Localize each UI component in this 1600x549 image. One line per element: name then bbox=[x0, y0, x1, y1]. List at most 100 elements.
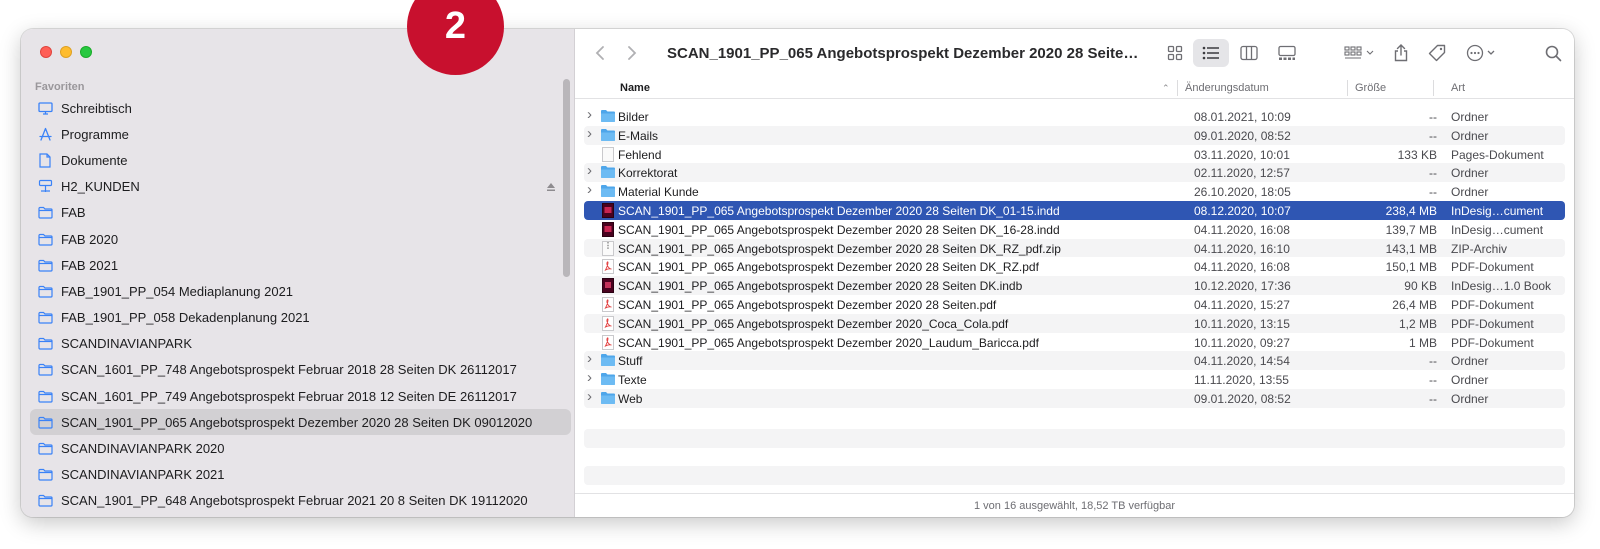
file-row[interactable]: SCAN_1901_PP_065 Angebotsprospekt Dezemb… bbox=[584, 276, 1565, 295]
disclosure-triangle-icon[interactable]: › bbox=[587, 350, 597, 367]
file-size: 139,7 MB bbox=[1385, 222, 1437, 237]
file-row[interactable]: SCAN_1901_PP_065 Angebotsprospekt Dezemb… bbox=[584, 295, 1565, 314]
column-date-header[interactable]: Änderungsdatum bbox=[1185, 82, 1269, 94]
file-row[interactable]: › Texte 11.11.2020, 13:55 -- Ordner bbox=[584, 369, 1565, 389]
sidebar-item[interactable]: Dokumente bbox=[30, 147, 571, 173]
desktop-icon bbox=[37, 100, 53, 116]
gallery-view-button[interactable] bbox=[1269, 39, 1305, 67]
sidebar-item[interactable]: H2_KUNDEN bbox=[30, 174, 571, 200]
toolbar: SCAN_1901_PP_065 Angebotsprospekt Dezemb… bbox=[575, 29, 1574, 77]
file-date: 04.11.2020, 16:08 bbox=[1194, 222, 1290, 237]
file-kind: Ordner bbox=[1451, 128, 1489, 143]
file-kind: ZIP-Archiv bbox=[1451, 241, 1508, 256]
minimize-window-button[interactable] bbox=[60, 46, 72, 58]
sidebar-item-label: Schreibtisch bbox=[61, 100, 132, 116]
disclosure-triangle-icon[interactable]: › bbox=[587, 181, 597, 198]
sidebar-item[interactable]: Schreibtisch bbox=[30, 95, 571, 121]
group-by-button[interactable] bbox=[1339, 39, 1379, 67]
search-button[interactable] bbox=[1537, 39, 1569, 67]
file-row[interactable]: SCAN_1901_PP_065 Angebotsprospekt Dezemb… bbox=[584, 220, 1565, 239]
sidebar-item-label: H2_KUNDEN bbox=[61, 179, 140, 195]
file-size: 143,1 MB bbox=[1385, 241, 1437, 256]
file-row[interactable]: › Bilder 08.01.2021, 10:09 -- Ordner bbox=[584, 106, 1565, 126]
file-row[interactable]: SCAN_1901_PP_065 Angebotsprospekt Dezemb… bbox=[584, 257, 1565, 276]
eject-icon[interactable] bbox=[546, 182, 558, 192]
file-name: SCAN_1901_PP_065 Angebotsprospekt Dezemb… bbox=[618, 260, 1039, 275]
file-date: 09.01.2020, 08:52 bbox=[1194, 391, 1291, 406]
pdf-file-icon bbox=[600, 334, 616, 350]
sidebar-item[interactable]: SCAN_1901_PP_648 Angebotsprospekt Februa… bbox=[30, 488, 571, 514]
sidebar-item-label: SCANDINAVIANPARK bbox=[61, 336, 192, 352]
file-kind: Ordner bbox=[1451, 110, 1489, 124]
sidebar-item[interactable]: FAB_1901_PP_058 Dekadenplanung 2021 bbox=[30, 305, 571, 331]
ellipsis-circle-icon bbox=[1466, 44, 1495, 62]
sidebar-item-label: FAB_1901_PP_054 Mediaplanung 2021 bbox=[61, 283, 294, 299]
sidebar-scrollbar[interactable] bbox=[563, 79, 570, 277]
column-size-header[interactable]: Größe bbox=[1355, 82, 1386, 94]
file-row[interactable]: SCAN_1901_PP_065 Angebotsprospekt Dezemb… bbox=[584, 200, 1565, 220]
disclosure-triangle-icon[interactable]: › bbox=[587, 125, 597, 142]
folder-file-icon bbox=[600, 184, 616, 199]
close-window-button[interactable] bbox=[40, 46, 52, 58]
sidebar-item[interactable]: SCANDINAVIANPARK bbox=[30, 331, 571, 357]
sidebar-item[interactable]: SCANDINAVIANPARK 2021 bbox=[30, 462, 571, 488]
file-size: 26,4 MB bbox=[1392, 297, 1437, 312]
folder-icon bbox=[37, 441, 53, 457]
sidebar-item[interactable]: SCANDINAVIANPARK 2020 bbox=[30, 435, 571, 461]
sidebar-item-label: FAB bbox=[61, 205, 86, 221]
file-kind: Pages-Dokument bbox=[1451, 147, 1544, 162]
share-button[interactable] bbox=[1385, 39, 1417, 67]
tags-button[interactable] bbox=[1421, 39, 1453, 67]
forward-button[interactable] bbox=[621, 39, 643, 67]
disclosure-triangle-icon[interactable]: › bbox=[587, 388, 597, 405]
folder-file-icon bbox=[600, 109, 616, 124]
sidebar-item[interactable]: FAB_1901_PP_054 Mediaplanung 2021 bbox=[30, 278, 571, 304]
icon-view-button[interactable] bbox=[1157, 39, 1193, 67]
file-name: SCAN_1901_PP_065 Angebotsprospekt Dezemb… bbox=[618, 316, 1009, 331]
disclosure-triangle-icon[interactable]: › bbox=[587, 369, 597, 386]
file-size: -- bbox=[1429, 110, 1437, 124]
file-row[interactable]: › Material Kunde 26.10.2020, 18:05 -- Ordner bbox=[584, 181, 1565, 201]
sidebar-item[interactable]: SCAN_1901_PP_065 Angebotsprospekt Dezemb… bbox=[30, 409, 571, 436]
more-actions-button[interactable] bbox=[1461, 39, 1501, 67]
sidebar-item-label: SCAN_1901_PP_648 Angebotsprospekt Februa… bbox=[61, 493, 528, 509]
indd-file-icon bbox=[600, 221, 616, 237]
sidebar-item[interactable]: SCAN_1601_PP_749 Angebotsprospekt Februa… bbox=[30, 383, 571, 409]
back-button[interactable] bbox=[589, 39, 611, 67]
column-view-button[interactable] bbox=[1231, 39, 1267, 67]
file-kind: Ordner bbox=[1451, 373, 1489, 388]
column-name-header[interactable]: Name bbox=[620, 82, 650, 94]
file-kind: PDF-Dokument bbox=[1451, 260, 1534, 275]
sidebar-favorites-list: Schreibtisch Programme Dokumente H2_KUNDEN F… bbox=[30, 95, 571, 514]
sidebar-item-label: SCANDINAVIANPARK 2021 bbox=[61, 467, 225, 483]
file-row[interactable]: › Web 09.01.2020, 08:52 -- Ordner bbox=[584, 388, 1565, 408]
zoom-window-button[interactable] bbox=[80, 46, 92, 58]
applications-icon bbox=[37, 126, 53, 142]
file-row[interactable]: › Stuff 04.11.2020, 14:54 -- Ordner bbox=[584, 350, 1565, 371]
file-row[interactable]: SCAN_1901_PP_065 Angebotsprospekt Dezemb… bbox=[584, 238, 1565, 258]
sidebar-item-label: SCAN_1901_PP_065 Angebotsprospekt Dezemb… bbox=[61, 414, 533, 430]
column-kind-header[interactable]: Art bbox=[1451, 82, 1465, 94]
file-name: SCAN_1901_PP_065 Angebotsprospekt Dezemb… bbox=[618, 222, 1060, 237]
pdf-file-icon bbox=[600, 259, 616, 275]
disclosure-triangle-icon[interactable]: › bbox=[587, 106, 597, 123]
folder-icon bbox=[37, 336, 53, 352]
file-date: 10.12.2020, 17:36 bbox=[1194, 279, 1291, 294]
sidebar-item[interactable]: FAB bbox=[30, 200, 571, 226]
disclosure-triangle-icon[interactable]: › bbox=[587, 162, 597, 179]
sort-ascending-icon[interactable]: ⌃ bbox=[1162, 83, 1170, 94]
file-kind: PDF-Dokument bbox=[1451, 316, 1534, 331]
indb-file-icon bbox=[600, 278, 616, 294]
file-date: 09.01.2020, 08:52 bbox=[1194, 128, 1291, 143]
sidebar-item[interactable]: SCAN_1601_PP_748 Angebotsprospekt Februa… bbox=[30, 357, 571, 383]
sidebar-item[interactable]: FAB 2020 bbox=[30, 226, 571, 252]
file-row[interactable]: SCAN_1901_PP_065 Angebotsprospekt Dezemb… bbox=[584, 313, 1565, 333]
sidebar-item[interactable]: FAB 2021 bbox=[30, 252, 571, 278]
file-row[interactable]: › E-Mails 09.01.2020, 08:52 -- Ordner bbox=[584, 125, 1565, 145]
file-name: SCAN_1901_PP_065 Angebotsprospekt Dezemb… bbox=[618, 335, 1039, 350]
file-row[interactable]: SCAN_1901_PP_065 Angebotsprospekt Dezemb… bbox=[584, 333, 1565, 352]
file-row[interactable]: Fehlend 03.11.2020, 10:01 133 KB Pages-Doku… bbox=[584, 145, 1565, 164]
list-view-button[interactable] bbox=[1193, 39, 1229, 67]
sidebar-item[interactable]: Programme bbox=[30, 121, 571, 147]
file-row[interactable]: › Korrektorat 02.11.2020, 12:57 -- Ordner bbox=[584, 162, 1565, 183]
